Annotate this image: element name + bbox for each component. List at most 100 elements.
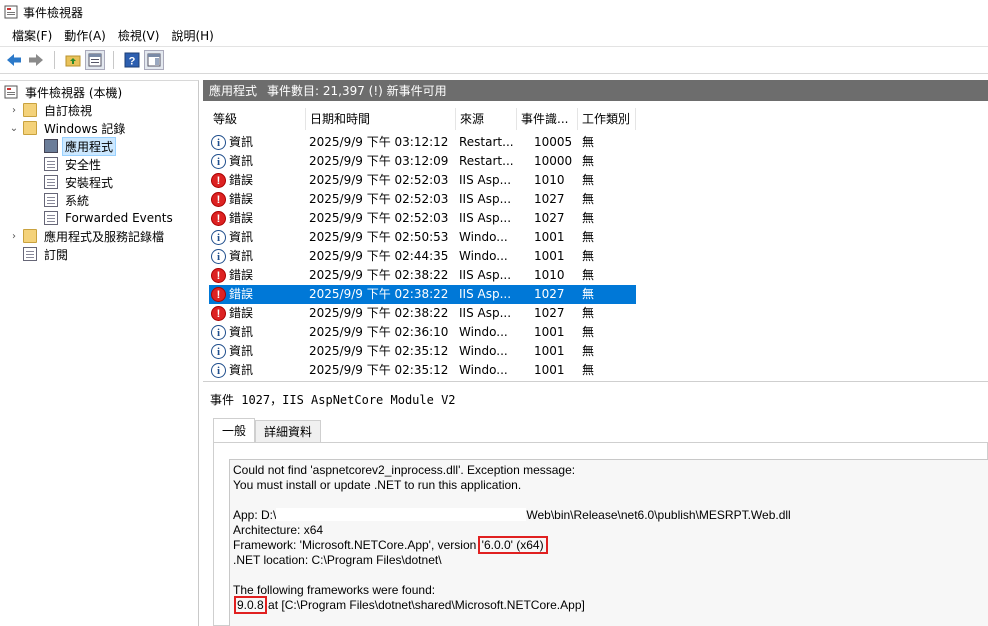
cell-source: Restart... xyxy=(459,154,514,168)
forward-arrow-icon[interactable] xyxy=(26,50,46,70)
table-row[interactable]: i 資訊 2025/9/9 下午 03:12:12 Restart... 10005 無 xyxy=(209,133,636,152)
table-row[interactable]: i 資訊 2025/9/9 下午 02:50:53 Windo... 1001 無 xyxy=(209,228,636,247)
table-row[interactable]: ! 錯誤 2025/9/9 下午 02:52:03 IIS Asp... 1010 無 xyxy=(209,171,636,190)
error-icon: ! xyxy=(211,306,226,321)
column-header-datetime[interactable]: 日期和時間 xyxy=(306,108,456,130)
desc-blank xyxy=(233,568,988,583)
event-description[interactable]: Could not find 'aspnetcorev2_inprocess.d… xyxy=(229,459,988,626)
cell-level: 資訊 xyxy=(229,325,254,339)
help-icon[interactable]: ? xyxy=(122,50,142,70)
chevron-right-icon[interactable]: › xyxy=(8,104,20,116)
column-header-task-category[interactable]: 工作類別 xyxy=(578,108,636,130)
info-icon: i xyxy=(211,154,226,169)
tree-forwarded-label: Forwarded Events xyxy=(65,211,173,225)
tree-item-forwarded-events[interactable]: Forwarded Events xyxy=(0,209,198,227)
desc-line: You must install or update .NET to run t… xyxy=(233,478,522,492)
cell-category: 無 xyxy=(582,363,595,377)
cell-source: IIS Asp... xyxy=(459,192,512,206)
event-detail-title: 事件 1027，IIS AspNetCore Module V2 xyxy=(210,393,456,407)
app-prefix: App: D:\ xyxy=(233,508,277,522)
cell-datetime: 2025/9/9 下午 02:35:12 xyxy=(309,344,449,358)
app-suffix: Web\bin\Release\net6.0\publish\MESRPT.We… xyxy=(526,508,791,522)
framework-version-highlight: '6.0.0' (x64) xyxy=(477,536,548,554)
tab-general[interactable]: 一般 xyxy=(213,418,256,442)
table-row[interactable]: ! 錯誤 2025/9/9 下午 02:38:22 IIS Asp... 1027 無 xyxy=(209,304,636,323)
menu-help[interactable]: 說明(H) xyxy=(165,25,219,46)
properties-icon[interactable] xyxy=(85,50,105,70)
table-row[interactable]: ! 錯誤 2025/9/9 下午 02:38:22 IIS Asp... 1027 無 xyxy=(209,285,636,304)
cell-level: 錯誤 xyxy=(229,306,254,320)
tree-subscriptions[interactable]: 訂閱 xyxy=(0,245,198,263)
event-count: 事件數目: 21,397 (!) 新事件可用 xyxy=(267,84,447,98)
tree-apps-services[interactable]: › 應用程式及服務記錄檔 xyxy=(0,227,198,245)
column-header-level[interactable]: 等級 xyxy=(209,108,306,130)
cell-level: 錯誤 xyxy=(229,211,254,225)
tree-setup-label: 安裝程式 xyxy=(65,175,114,190)
desc-framework-line: Framework: 'Microsoft.NETCore.App', vers… xyxy=(233,536,988,554)
column-header-source[interactable]: 來源 xyxy=(456,108,517,130)
info-icon: i xyxy=(211,344,226,359)
tree-root[interactable]: 事件檢視器 (本機) xyxy=(0,83,198,101)
cell-datetime: 2025/9/9 下午 03:12:12 xyxy=(309,135,449,149)
event-viewer-app-icon xyxy=(4,5,18,19)
desc-line: .NET location: C:\Program Files\dotnet\ xyxy=(233,553,442,567)
cell-level: 資訊 xyxy=(229,344,254,358)
show-pane-icon[interactable] xyxy=(144,50,164,70)
log-icon xyxy=(44,175,58,189)
cell-event-id: 1027 xyxy=(534,211,565,225)
menu-file[interactable]: 檔案(F) xyxy=(6,25,58,46)
log-icon xyxy=(44,211,58,225)
folder-icon xyxy=(23,121,37,135)
cell-event-id: 1001 xyxy=(534,230,565,244)
tree-application-label: 應用程式 xyxy=(62,136,117,156)
menu-action[interactable]: 動作(A) xyxy=(58,25,112,46)
tree-custom-views-label: 自訂檢視 xyxy=(44,103,93,118)
tree-item-application[interactable]: 應用程式 xyxy=(0,136,198,156)
tree-item-security[interactable]: 安全性 xyxy=(0,155,198,173)
desc-blank xyxy=(233,493,988,508)
table-row[interactable]: ! 錯誤 2025/9/9 下午 02:38:22 IIS Asp... 1010 無 xyxy=(209,266,636,285)
tab-details[interactable]: 詳細資料 xyxy=(255,420,322,442)
cell-category: 無 xyxy=(582,192,595,206)
desc-line: Could not find 'aspnetcorev2_inprocess.d… xyxy=(233,463,576,477)
cell-source: IIS Asp... xyxy=(459,173,512,187)
tree-custom-views[interactable]: › 自訂檢視 xyxy=(0,101,198,119)
table-row[interactable]: i 資訊 2025/9/9 下午 02:44:35 Windo... 1001 無 xyxy=(209,247,636,266)
tree-subscriptions-label: 訂閱 xyxy=(44,247,69,262)
cell-datetime: 2025/9/9 下午 02:38:22 xyxy=(309,268,449,282)
table-row[interactable]: i 資訊 2025/9/9 下午 02:35:12 Windo... 1001 無 xyxy=(209,361,636,380)
cell-source: IIS Asp... xyxy=(459,211,512,225)
log-name: 應用程式 xyxy=(209,84,258,98)
error-icon: ! xyxy=(211,287,226,302)
table-row[interactable]: i 資訊 2025/9/9 下午 02:35:12 Windo... 1001 無 xyxy=(209,342,636,361)
desc-line: Architecture: x64 xyxy=(233,523,324,537)
log-icon xyxy=(44,193,58,207)
table-row[interactable]: ! 錯誤 2025/9/9 下午 02:52:03 IIS Asp... 1027 無 xyxy=(209,209,636,228)
cell-event-id: 1001 xyxy=(534,363,565,377)
chevron-right-icon[interactable]: › xyxy=(8,230,20,242)
tree-item-system[interactable]: 系統 xyxy=(0,191,198,209)
cell-source: Windo... xyxy=(459,249,508,263)
found-version-highlight: 9.0.8 xyxy=(234,596,267,614)
tree-windows-logs[interactable]: ⌄ Windows 記錄 xyxy=(0,119,198,137)
table-row[interactable]: i 資訊 2025/9/9 下午 02:36:10 Windo... 1001 無 xyxy=(209,323,636,342)
tree-item-setup[interactable]: 安裝程式 xyxy=(0,173,198,191)
cell-category: 無 xyxy=(582,287,595,301)
cell-event-id: 1001 xyxy=(534,325,565,339)
detail-tabs: 一般 詳細資料 xyxy=(213,418,322,442)
cell-event-id: 1001 xyxy=(534,344,565,358)
toolbar-separator xyxy=(113,51,114,69)
folder-up-icon[interactable] xyxy=(63,50,83,70)
cell-source: Windo... xyxy=(459,344,508,358)
column-header-event-id[interactable]: 事件識... xyxy=(517,108,578,130)
tree-root-label: 事件檢視器 (本機) xyxy=(25,85,123,100)
info-icon: i xyxy=(211,230,226,245)
cell-category: 無 xyxy=(582,135,595,149)
cell-level: 錯誤 xyxy=(229,192,254,206)
chevron-down-icon[interactable]: ⌄ xyxy=(8,122,20,134)
back-arrow-icon[interactable] xyxy=(4,50,24,70)
cell-source: Windo... xyxy=(459,325,508,339)
menu-view[interactable]: 檢視(V) xyxy=(112,25,166,46)
table-row[interactable]: ! 錯誤 2025/9/9 下午 02:52:03 IIS Asp... 1027 無 xyxy=(209,190,636,209)
table-row[interactable]: i 資訊 2025/9/9 下午 03:12:09 Restart... 10000 無 xyxy=(209,152,636,171)
